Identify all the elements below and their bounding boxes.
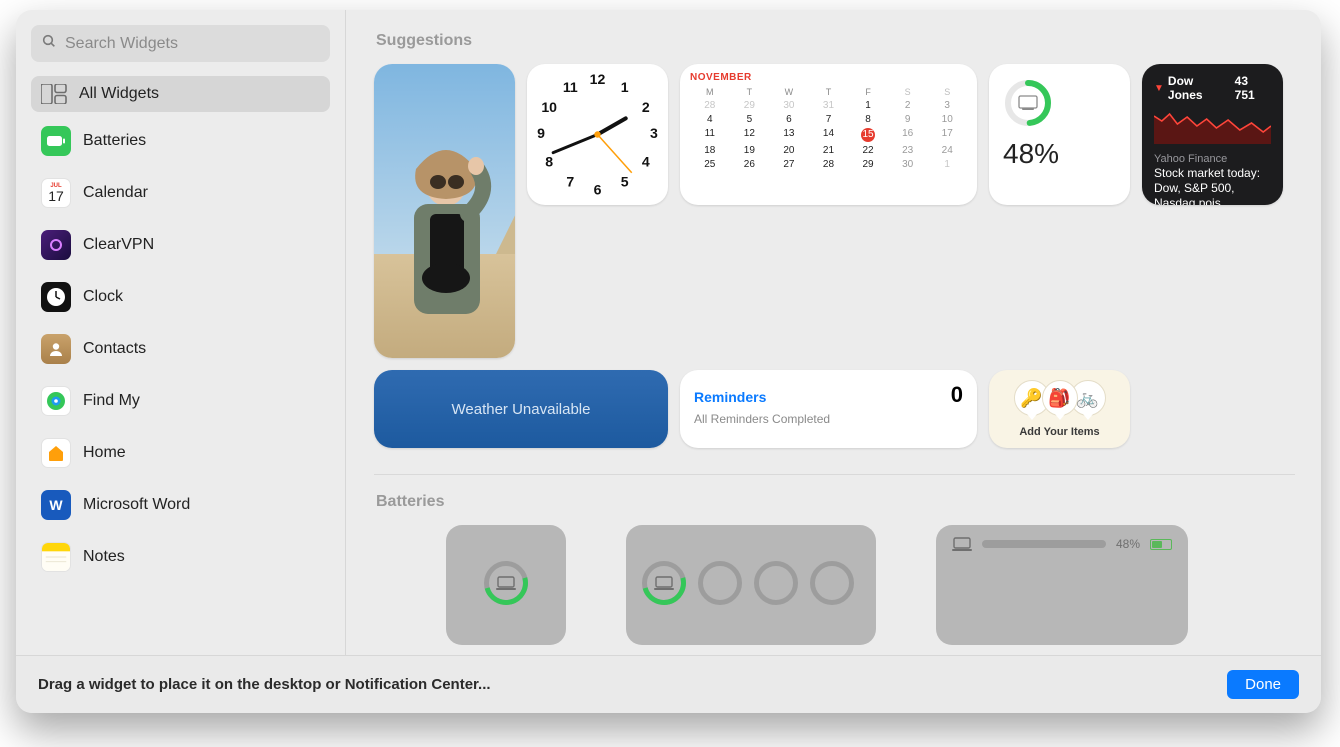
svg-text:11: 11	[563, 79, 578, 95]
sidebar-item-label: Clock	[83, 288, 123, 306]
sidebar-item-label: ClearVPN	[83, 236, 154, 254]
laptop-icon	[952, 537, 972, 551]
search-input[interactable]	[65, 35, 320, 53]
widget-findmy[interactable]: 🔑 🎒 🚲 Add Your Items	[989, 370, 1130, 448]
svg-text:9: 9	[537, 125, 545, 141]
section-title-batteries: Batteries	[376, 493, 1295, 511]
widget-stocks[interactable]: ▼ Dow Jones 43 751 Yahoo Finance Stock m…	[1142, 64, 1283, 205]
word-icon: W	[41, 490, 71, 520]
stocks-chart-icon	[1154, 106, 1271, 144]
stocks-value: 43 751	[1235, 74, 1271, 102]
battery-large-percent: 48%	[1116, 537, 1140, 551]
sidebar: All Widgets Batteries JUL 17 Calendar	[16, 10, 346, 655]
done-button[interactable]: Done	[1227, 670, 1299, 699]
all-widgets-icon	[41, 84, 67, 104]
sidebar-item-clock[interactable]: Clock	[31, 274, 330, 320]
clock-face-icon: 1212 345 678 91011	[527, 64, 668, 205]
sidebar-item-contacts[interactable]: Contacts	[31, 326, 330, 372]
battery-percent: 48%	[1003, 138, 1116, 170]
svg-text:10: 10	[541, 99, 557, 115]
stocks-source: Yahoo Finance	[1154, 153, 1271, 165]
svg-text:7: 7	[566, 174, 574, 190]
contacts-icon	[41, 334, 71, 364]
reminders-count: 0	[951, 382, 963, 408]
sidebar-item-label: All Widgets	[79, 85, 159, 103]
battery-widget-small[interactable]	[446, 525, 566, 645]
down-arrow-icon: ▼	[1154, 83, 1164, 94]
battery-icon	[1150, 539, 1172, 550]
calendar-month: NOVEMBER	[690, 72, 967, 83]
sidebar-item-label: Find My	[83, 392, 140, 410]
svg-text:12: 12	[590, 71, 606, 87]
sidebar-item-label: Microsoft Word	[83, 496, 190, 514]
footer: Drag a widget to place it on the desktop…	[16, 655, 1321, 713]
sidebar-item-home[interactable]: Home	[31, 430, 330, 476]
widget-calendar[interactable]: NOVEMBER MTWTFSS 28293031123456789101112…	[680, 64, 977, 205]
widget-weather[interactable]: Weather Unavailable	[374, 370, 668, 448]
weather-message: Weather Unavailable	[452, 401, 591, 418]
reminders-title: Reminders	[694, 389, 766, 405]
svg-text:1: 1	[621, 79, 629, 95]
widget-battery[interactable]: 48%	[989, 64, 1130, 205]
battery-widget-large[interactable]: 48%	[936, 525, 1188, 645]
svg-text:4: 4	[642, 153, 650, 169]
sidebar-item-label: Home	[83, 444, 126, 462]
widget-reminders[interactable]: Reminders 0 All Reminders Completed	[680, 370, 977, 448]
svg-text:3: 3	[650, 125, 658, 141]
reminders-subtitle: All Reminders Completed	[694, 412, 963, 428]
sidebar-item-clearvpn[interactable]: ClearVPN	[31, 222, 330, 268]
main-panel: Suggestions 1212 345 678 91011	[346, 10, 1321, 655]
sidebar-item-batteries[interactable]: Batteries	[31, 118, 330, 164]
home-icon	[41, 438, 71, 468]
footer-hint: Drag a widget to place it on the desktop…	[38, 676, 491, 693]
suggestions-grid: 1212 345 678 91011	[374, 64, 1295, 448]
svg-text:5: 5	[621, 174, 629, 190]
sidebar-item-label: Batteries	[83, 132, 146, 150]
svg-text:2: 2	[642, 99, 650, 115]
battery-ring-icon	[1003, 78, 1053, 128]
section-divider	[374, 474, 1295, 475]
sidebar-item-calendar[interactable]: JUL 17 Calendar	[31, 170, 330, 216]
clock-icon	[41, 282, 71, 312]
search-field[interactable]	[31, 25, 330, 62]
calendar-icon: JUL 17	[41, 178, 71, 208]
search-icon	[41, 33, 57, 54]
svg-text:8: 8	[545, 153, 553, 169]
section-title-suggestions: Suggestions	[376, 32, 1295, 50]
battery-widget-medium[interactable]	[626, 525, 876, 645]
widget-clock[interactable]: 1212 345 678 91011	[527, 64, 668, 205]
sidebar-item-findmy[interactable]: Find My	[31, 378, 330, 424]
sidebar-item-label: Notes	[83, 548, 125, 566]
widget-photos[interactable]	[374, 64, 515, 358]
svg-text:6: 6	[594, 182, 602, 198]
sidebar-item-all-widgets[interactable]: All Widgets	[31, 76, 330, 112]
backpack-icon: 🎒	[1042, 380, 1078, 416]
sidebar-item-notes[interactable]: Notes	[31, 534, 330, 580]
stocks-headline: Stock market today: Dow, S&P 500, Nasdaq…	[1154, 166, 1271, 205]
clearvpn-icon	[41, 230, 71, 260]
sidebar-item-label: Contacts	[83, 340, 146, 358]
findmy-label: Add Your Items	[1019, 426, 1099, 438]
sidebar-item-label: Calendar	[83, 184, 148, 202]
photo-placeholder-icon	[374, 64, 515, 358]
notes-icon	[41, 542, 71, 572]
widget-gallery-window: All Widgets Batteries JUL 17 Calendar	[16, 10, 1321, 713]
findmy-icon	[41, 386, 71, 416]
sidebar-item-word[interactable]: W Microsoft Word	[31, 482, 330, 528]
stocks-symbol: Dow Jones	[1168, 74, 1231, 102]
batteries-icon	[41, 126, 71, 156]
batteries-widget-row: 48%	[374, 525, 1295, 645]
